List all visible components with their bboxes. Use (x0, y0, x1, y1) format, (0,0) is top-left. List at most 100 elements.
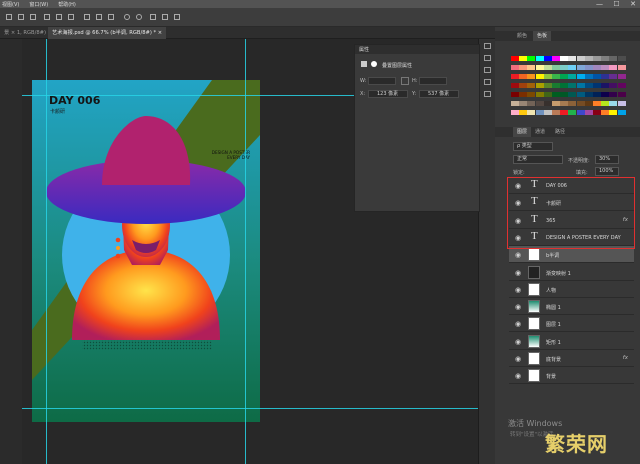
layer-row[interactable]: ◉ 人物 (509, 281, 634, 298)
visibility-eye-icon[interactable]: ◉ (515, 372, 521, 380)
swatch[interactable] (519, 65, 528, 70)
guide-vertical[interactable] (245, 39, 246, 464)
swatch[interactable] (560, 83, 569, 88)
height-field[interactable] (419, 77, 447, 85)
tab-background[interactable]: 景 × 1, RGB/8#) (0, 27, 50, 39)
swatch[interactable] (576, 83, 585, 88)
swatch[interactable] (576, 65, 585, 70)
poster-artboard[interactable]: DAY 006 卡颜研 DESIGN A POSTER EVERY DAY (32, 80, 260, 422)
swatch[interactable] (560, 101, 569, 106)
swatch[interactable] (609, 101, 618, 106)
swatch[interactable] (552, 74, 560, 79)
swatch[interactable] (560, 56, 569, 61)
link-icon[interactable] (401, 77, 409, 85)
swatch[interactable] (519, 83, 528, 88)
swatches-grid[interactable] (511, 56, 626, 121)
visibility-eye-icon[interactable]: ◉ (515, 338, 521, 346)
swatch[interactable] (593, 92, 601, 97)
swatch[interactable] (617, 92, 626, 97)
swatch[interactable] (511, 110, 519, 115)
swatch[interactable] (560, 65, 569, 70)
swatch[interactable] (617, 74, 626, 79)
swatch[interactable] (511, 101, 519, 106)
swatch[interactable] (593, 65, 601, 70)
swatch[interactable] (527, 101, 536, 106)
swatch[interactable] (601, 101, 610, 106)
swatch[interactable] (593, 101, 601, 106)
swatch[interactable] (584, 56, 593, 61)
swatch[interactable] (527, 56, 536, 61)
tab-channels[interactable]: 通道 (531, 127, 549, 137)
swatch[interactable] (560, 110, 569, 115)
swatch[interactable] (527, 65, 536, 70)
swatch[interactable] (527, 110, 536, 115)
tab-color[interactable]: 颜色 (513, 31, 531, 41)
maximize-button[interactable]: ☐ (613, 0, 619, 8)
swatch[interactable] (593, 83, 601, 88)
distribute-center-icon[interactable] (96, 14, 102, 20)
guide-vertical[interactable] (46, 39, 47, 464)
minimize-button[interactable]: — (596, 0, 603, 8)
swatch[interactable] (543, 101, 552, 106)
blend-mode-select[interactable]: 正常 (513, 155, 563, 164)
menu-view[interactable]: 视图(V) (2, 1, 19, 8)
swatch[interactable] (535, 56, 544, 61)
swatch[interactable] (601, 110, 610, 115)
swatch[interactable] (552, 92, 560, 97)
swatch[interactable] (543, 110, 552, 115)
swatch[interactable] (576, 101, 585, 106)
swatch[interactable] (609, 110, 618, 115)
swatch[interactable] (519, 110, 528, 115)
swatch[interactable] (576, 110, 585, 115)
swatch[interactable] (519, 74, 528, 79)
menu-help[interactable]: 帮助(H) (58, 1, 76, 8)
swatch[interactable] (617, 56, 626, 61)
swatch[interactable] (543, 56, 552, 61)
swatch[interactable] (617, 83, 626, 88)
align-center-icon[interactable] (18, 14, 24, 20)
brush-preset-icon[interactable] (484, 67, 491, 73)
tab-layers[interactable]: 图层 (513, 127, 532, 137)
layer-row[interactable]: ◉ 矩形 1 (509, 333, 634, 350)
swatch[interactable] (560, 74, 569, 79)
width-field[interactable] (368, 77, 396, 85)
align-top-icon[interactable] (44, 14, 50, 20)
visibility-eye-icon[interactable]: ◉ (515, 355, 521, 363)
swatch[interactable] (609, 65, 618, 70)
swatch[interactable] (609, 74, 618, 79)
swatch[interactable] (511, 83, 519, 88)
layer-row[interactable]: ◉ 图层 1 (509, 315, 634, 333)
swatch[interactable] (543, 65, 552, 70)
swatch[interactable] (527, 92, 536, 97)
filter-kind-select[interactable]: ρ 类型 (513, 142, 553, 151)
swatch[interactable] (593, 56, 601, 61)
fill-input[interactable]: 100% (595, 167, 619, 176)
align-middle-icon[interactable] (56, 14, 62, 20)
swatch[interactable] (560, 92, 569, 97)
swatch[interactable] (568, 101, 577, 106)
swatch[interactable] (601, 92, 610, 97)
visibility-eye-icon[interactable]: ◉ (515, 269, 521, 277)
swatch[interactable] (552, 65, 560, 70)
swatch[interactable] (593, 110, 601, 115)
swatch[interactable] (568, 83, 577, 88)
opacity-input[interactable]: 30% (595, 155, 619, 164)
swatch[interactable] (519, 56, 528, 61)
swatch[interactable] (568, 92, 577, 97)
swatch[interactable] (584, 74, 593, 79)
swatch[interactable] (601, 83, 610, 88)
3d-pan-icon[interactable] (150, 14, 156, 20)
layer-row[interactable]: ◉ 椭圆 1 (509, 298, 634, 316)
layer-row[interactable]: ◉ 底背景 fx (509, 350, 634, 367)
align-right-icon[interactable] (30, 14, 36, 20)
swatch[interactable] (511, 92, 519, 97)
swatch[interactable] (584, 92, 593, 97)
swatch[interactable] (609, 92, 618, 97)
swatch[interactable] (601, 74, 610, 79)
align-left-icon[interactable] (6, 14, 12, 20)
swatch[interactable] (535, 92, 544, 97)
swatch[interactable] (535, 83, 544, 88)
swatch[interactable] (511, 74, 519, 79)
swatch[interactable] (552, 101, 560, 106)
swatch[interactable] (576, 56, 585, 61)
